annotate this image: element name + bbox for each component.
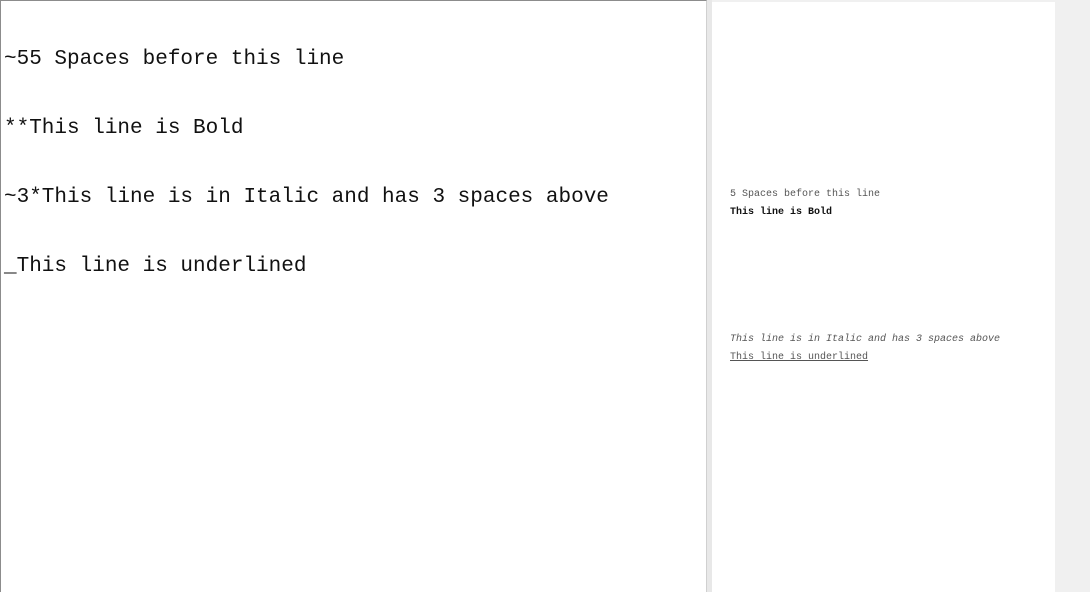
markup-editor[interactable]: ~55 Spaces before this line **This line … — [0, 0, 707, 592]
editor-line[interactable]: **This line is Bold — [4, 117, 609, 140]
preview-line-italic: This line is in Italic and has 3 spaces … — [730, 334, 1001, 345]
preview-line-bold: This line is Bold — [730, 207, 833, 218]
editor-text-area[interactable]: ~55 Spaces before this line **This line … — [4, 2, 609, 324]
app-window: ~55 Spaces before this line **This line … — [0, 0, 1090, 592]
preview-line-spaced: 5 Spaces before this line — [730, 189, 881, 200]
window-margin — [1055, 0, 1090, 592]
editor-line[interactable]: _This line is underlined — [4, 255, 609, 278]
editor-line[interactable]: ~3*This line is in Italic and has 3 spac… — [4, 186, 609, 209]
preview-line-underlined: This line is underlined — [730, 352, 869, 363]
preview-page: 5 Spaces before this line This line is B… — [712, 2, 1055, 592]
editor-line[interactable]: ~55 Spaces before this line — [4, 48, 609, 71]
